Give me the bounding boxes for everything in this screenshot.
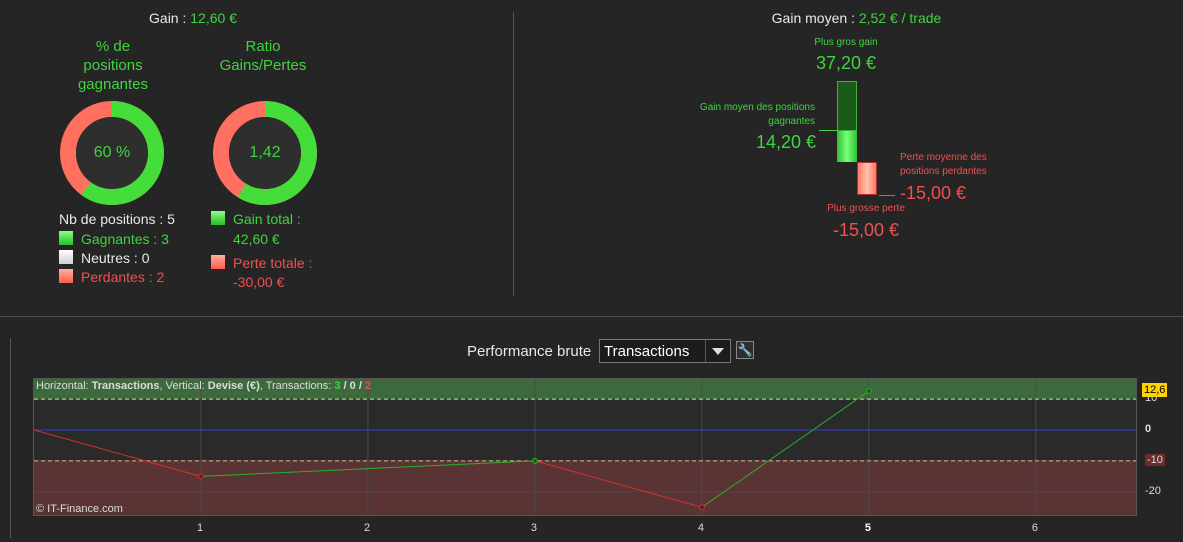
x-tick-4: 4 <box>697 522 704 534</box>
ratio-title: Ratio Gains/Pertes <box>219 38 307 74</box>
panel-divider <box>513 12 514 296</box>
x-tick-2: 2 <box>363 522 371 534</box>
chart-info: Horizontal: Transactions, Vertical: Devi… <box>36 380 371 392</box>
gain-moyen-value: 2,52 € / trade <box>858 10 942 26</box>
perte-moyenne-arrow <box>879 195 895 196</box>
x-tick-6: 6 <box>1031 522 1038 534</box>
perte-moyenne-bar <box>857 162 877 195</box>
gain-moyen-label: Gain moyen : <box>771 10 859 26</box>
gain-value: 12,60 € <box>190 10 237 26</box>
perte-moyenne-value: -15,00 € <box>900 183 967 203</box>
x-tick-3: 3 <box>530 522 538 534</box>
perte-totale-label: Perte totale : <box>233 255 313 271</box>
plus-grosse-perte-label: Plus grosse perte <box>827 203 905 214</box>
info-t-loss: 2 <box>364 380 372 392</box>
plus-gros-gain-value: 37,20 € <box>815 53 877 73</box>
mode-select-value: Transactions <box>604 343 690 360</box>
pct-title: % de positions gagnantes <box>77 38 149 93</box>
gain-total-label: Gain total : <box>233 211 301 227</box>
perdantes-swatch <box>59 269 73 283</box>
neutres-swatch <box>59 250 73 264</box>
perte-totale-value: -30,00 € <box>233 274 285 290</box>
x-tick-5: 5 <box>864 522 871 534</box>
perf-title: Performance brute <box>467 343 592 360</box>
plus-grosse-perte-value: -15,00 € <box>832 220 900 240</box>
gain-moyen-header: Gain moyen : 2,52 € / trade <box>620 10 1093 26</box>
info-h-value: Transactions <box>91 380 160 392</box>
nb-positions: Nb de positions : 5 <box>59 211 175 227</box>
x-tick-1: 1 <box>196 522 204 534</box>
gain-total-value: 42,60 € <box>233 231 280 247</box>
neutres-label: Neutres : 0 <box>81 250 150 266</box>
y-tick-0: 0 <box>1145 423 1152 435</box>
mode-select[interactable]: Transactions <box>599 339 731 363</box>
left-edge-line <box>10 338 11 538</box>
gain-moyen-positions-value: 14,20 € <box>755 132 816 152</box>
gain-total-swatch <box>211 211 225 225</box>
gain-moyen-arrow <box>819 130 837 131</box>
perdantes-label: Perdantes : 2 <box>81 269 165 285</box>
info-t-sep2: / <box>355 380 365 392</box>
pct-value: 60 % <box>93 144 131 161</box>
plus-gros-gain-label: Plus gros gain <box>814 37 878 48</box>
series-point-4 <box>865 388 872 395</box>
copyright: © IT-Finance.com <box>36 503 123 515</box>
info-v-value: Devise (€) <box>207 380 260 392</box>
y-tick--20: -20 <box>1145 484 1161 497</box>
y-tick--10: -10 <box>1145 453 1165 466</box>
plus-gros-gain-bar <box>837 81 857 131</box>
info-t-sep1: / <box>340 380 350 392</box>
series-point-1 <box>197 473 204 480</box>
perf-chart: Horizontal: Transactions, Vertical: Devi… <box>33 378 1137 516</box>
perf-chart-svg <box>34 379 1136 515</box>
loss-zone <box>34 460 1136 515</box>
current-value-badge: 12,6 <box>1142 383 1168 397</box>
series-point-2 <box>531 457 538 464</box>
section-divider <box>0 316 1183 317</box>
gain-header: Gain : 12,60 € <box>0 10 386 26</box>
perte-moyenne-label: Perte moyenne des positions perdantes <box>900 152 987 177</box>
info-t-label: , Transactions: <box>259 380 335 392</box>
chevron-down-icon[interactable] <box>705 340 730 362</box>
gain-moyen-bar <box>837 131 857 162</box>
info-v-label: , Vertical: <box>159 380 208 392</box>
info-h-label: Horizontal: <box>36 380 92 392</box>
gain-label: Gain : <box>149 10 191 26</box>
wrench-icon[interactable]: 🔧 <box>736 341 754 359</box>
ratio-value: 1,42 <box>249 144 281 161</box>
series-point-3 <box>698 504 705 511</box>
gain-moyen-positions-label: Gain moyen des positions gagnantes <box>699 102 815 127</box>
gagnantes-swatch <box>59 231 73 245</box>
perte-totale-swatch <box>211 255 225 269</box>
gagnantes-label: Gagnantes : 3 <box>81 231 169 247</box>
